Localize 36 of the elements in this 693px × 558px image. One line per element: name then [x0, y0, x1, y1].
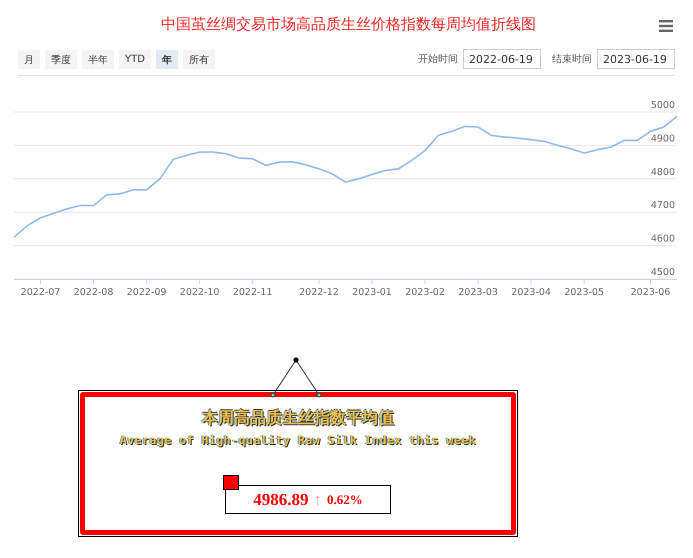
x-tick-label: 2022-08 — [74, 287, 114, 298]
end-date-field[interactable]: 2023-06-19 — [597, 49, 675, 69]
hanger-drawing — [268, 357, 324, 399]
x-tick-label: 2022-07 — [20, 287, 60, 298]
x-tick-label: 2023-01 — [352, 287, 392, 298]
x-tick-label: 2022-12 — [299, 287, 339, 298]
y-tick-label: 4700 — [650, 200, 675, 212]
x-tick-label: 2022-10 — [180, 287, 220, 298]
range-button[interactable]: 年 — [156, 50, 178, 68]
x-tick-label: 2023-02 — [405, 287, 445, 298]
start-time-label: 开始时间 — [418, 52, 458, 66]
x-tick-label: 2023-05 — [564, 287, 604, 298]
x-tick-label: 2022-11 — [232, 287, 273, 298]
end-time-label: 结束时间 — [552, 52, 592, 66]
chart-title: 中国茧丝绸交易市场高品质生丝价格指数每周均值折线图 — [161, 14, 536, 34]
range-button[interactable]: 季度 — [45, 50, 77, 68]
y-tick-label: 4600 — [650, 234, 675, 245]
index-value: 4986.89 — [253, 490, 308, 510]
range-button[interactable]: 月 — [18, 50, 40, 68]
menu-icon[interactable] — [659, 20, 673, 32]
y-tick-label: 4900 — [650, 133, 675, 144]
summary-title: 本周高品质生丝指数平均值 — [202, 408, 394, 429]
change-percent: 0.62% — [327, 492, 363, 508]
start-date-field[interactable]: 2022-06-19 — [463, 49, 541, 69]
x-tick-label: 2022-09 — [126, 287, 166, 298]
range-button[interactable]: 半年 — [82, 50, 114, 68]
x-tick-label: 2023-04 — [511, 287, 551, 298]
range-button[interactable]: YTD — [119, 50, 151, 68]
x-tick-label: 2023-03 — [458, 287, 498, 298]
x-tick-label: 2023-06 — [630, 287, 670, 298]
y-tick-label: 4800 — [650, 166, 675, 178]
y-tick-label: 5000 — [650, 100, 675, 111]
range-button[interactable]: 所有 — [182, 50, 215, 68]
summary-subtitle: Average of High-quality Raw Silk Index this week — [120, 433, 476, 447]
y-tick-label: 4500 — [650, 267, 675, 278]
up-arrow-icon: ↑ — [314, 490, 322, 510]
